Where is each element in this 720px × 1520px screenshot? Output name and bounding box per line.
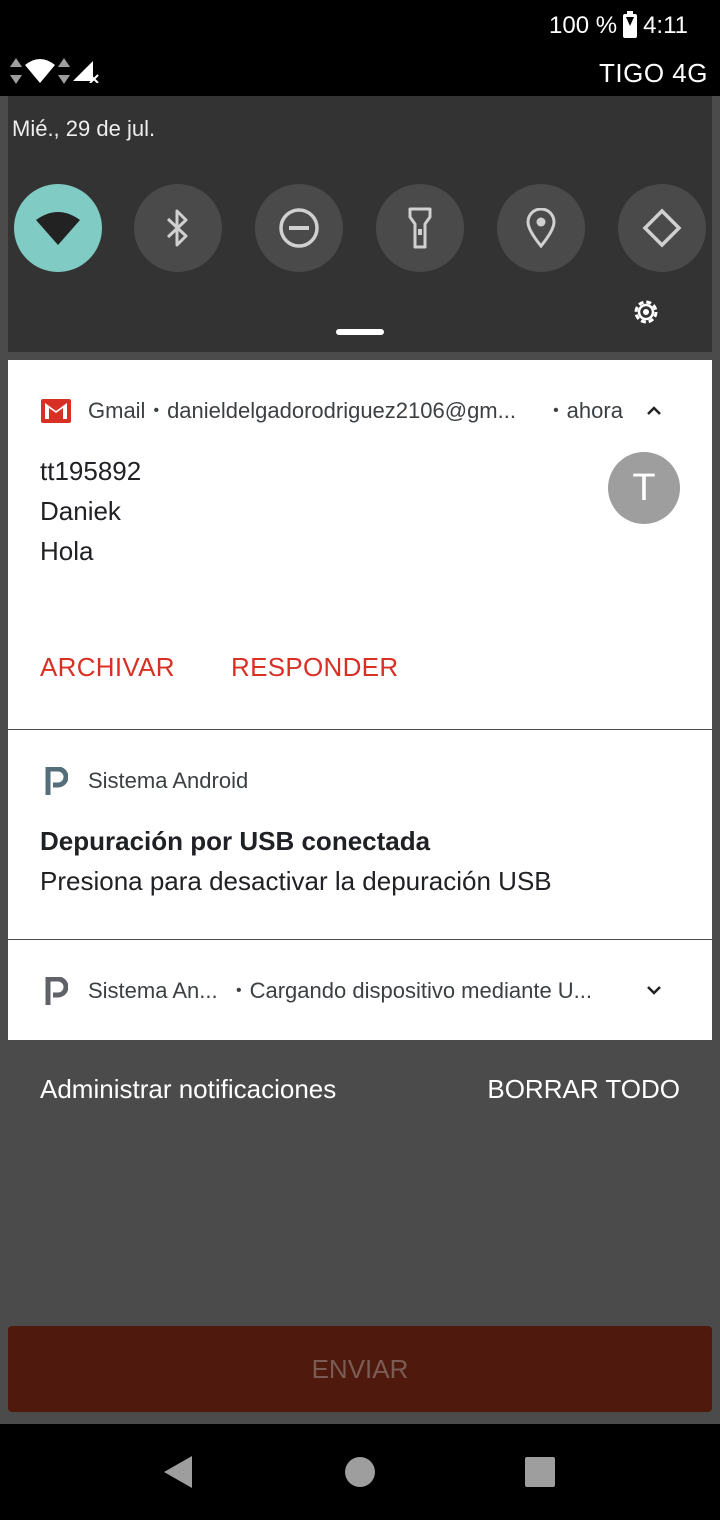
notification-sender: Daniek: [40, 496, 121, 526]
notification-account: danieldelgadorodriguez2106@gm...: [167, 398, 516, 423]
notification-header: Sistema Android: [40, 766, 248, 796]
clock: 4:11: [643, 12, 688, 39]
back-icon[interactable]: [164, 1456, 192, 1488]
send-button: ENVIAR: [8, 1326, 712, 1412]
notification-charging[interactable]: Sistema An... • Cargando dispositivo med…: [8, 940, 712, 1040]
avatar: T: [608, 452, 680, 524]
manage-notifications-button[interactable]: Administrar notificaciones: [40, 1074, 336, 1105]
clear-all-button[interactable]: BORRAR TODO: [487, 1074, 680, 1105]
reply-button[interactable]: RESPONDER: [231, 652, 398, 683]
qs-tile-wifi[interactable]: [14, 184, 102, 272]
status-bar: 100 % 4:11 TIGO 4G: [0, 0, 720, 96]
notification-text: Presiona para desactivar la depuración U…: [40, 866, 552, 896]
navigation-bar: [0, 1424, 720, 1520]
quick-settings-date[interactable]: Mié., 29 de jul.: [12, 116, 155, 142]
auto-rotate-icon: [642, 208, 682, 248]
notification-gmail[interactable]: Gmail • danieldelgadorodriguez2106@gm...…: [8, 360, 712, 729]
cell-signal-no-sim-icon: [73, 61, 99, 83]
notification-title: tt195892: [40, 456, 142, 486]
gear-icon: [634, 300, 658, 324]
notification-title: Depuración por USB conectada: [40, 826, 431, 856]
status-right: 100 % 4:11: [549, 10, 688, 42]
notification-app-name: Sistema An...: [88, 978, 218, 1003]
notification-text: Cargando dispositivo mediante U...: [249, 978, 593, 1003]
notification-header: Sistema An... • Cargando dispositivo med…: [40, 976, 624, 1006]
recents-icon[interactable]: [525, 1457, 555, 1487]
wifi-signal-icon: [25, 59, 55, 83]
notification-app-name: Gmail: [88, 398, 146, 423]
collapse-button[interactable]: [640, 396, 668, 424]
qs-tile-auto-rotate[interactable]: [618, 184, 706, 272]
archive-button[interactable]: ARCHIVAR: [40, 652, 175, 683]
do-not-disturb-icon: [279, 208, 319, 248]
location-icon: [526, 208, 556, 248]
notification-header: Gmail • danieldelgadorodriguez2106@gm...…: [40, 396, 623, 426]
quick-settings-drag-handle[interactable]: [336, 329, 384, 335]
expand-button[interactable]: [640, 976, 668, 1004]
mobile-activity-icon: [58, 58, 70, 84]
qs-tile-flashlight[interactable]: [376, 184, 464, 272]
notification-usb-debugging[interactable]: Sistema Android Depuración por USB conec…: [8, 730, 712, 939]
notification-app-name: Sistema Android: [88, 768, 249, 793]
data-activity-icon: [10, 58, 22, 84]
android-system-icon: [40, 977, 72, 1005]
wifi-icon: [36, 212, 80, 245]
battery-charging-icon: [623, 11, 638, 38]
android-system-icon: [40, 767, 72, 795]
quick-settings-panel: Mié., 29 de jul.: [8, 96, 712, 352]
bluetooth-icon: [166, 209, 188, 247]
qs-tile-do-not-disturb[interactable]: [255, 184, 343, 272]
qs-tile-location[interactable]: [497, 184, 585, 272]
flashlight-icon: [408, 207, 432, 249]
gmail-icon: [40, 397, 72, 425]
signal-icons: [10, 58, 99, 84]
carrier-label: TIGO 4G: [599, 58, 708, 88]
settings-button[interactable]: [628, 294, 664, 330]
chevron-down-icon: [647, 986, 661, 995]
notification-message: Hola: [40, 536, 94, 566]
home-icon[interactable]: [345, 1457, 375, 1487]
chevron-up-icon: [647, 406, 661, 415]
qs-tile-bluetooth[interactable]: [134, 184, 222, 272]
battery-percent: 100 %: [549, 12, 618, 39]
notification-time: ahora: [566, 398, 623, 423]
